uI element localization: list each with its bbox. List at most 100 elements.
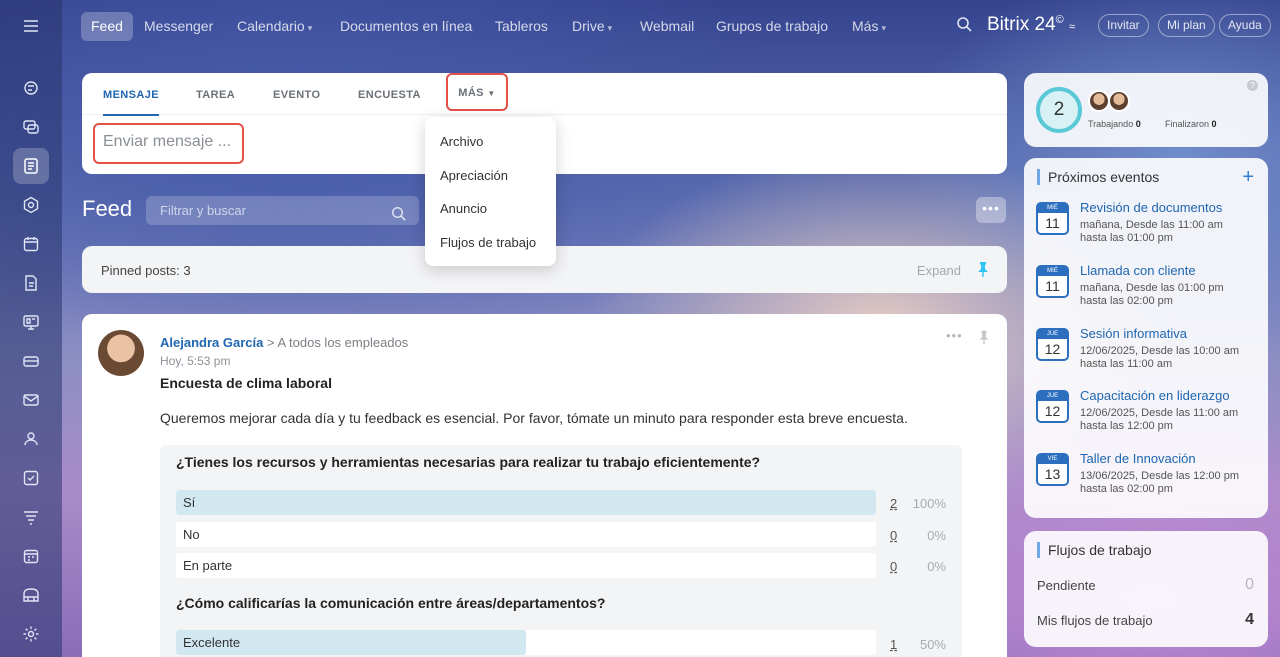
event-time: 12/06/2025, Desde las 11:00 am hasta las … [1080, 407, 1262, 433]
pending-label[interactable]: Pendiente [1037, 578, 1096, 593]
pending-count[interactable]: 0 [1245, 576, 1254, 594]
settings-icon[interactable] [13, 616, 49, 652]
expand-link[interactable]: Expand [917, 263, 961, 278]
nav-grupos[interactable]: Grupos de trabajo [716, 12, 828, 41]
brand-logo[interactable]: Bitrix 24© ≈ [987, 14, 1075, 36]
nav-label: Drive [572, 18, 605, 34]
avatar[interactable] [1088, 90, 1110, 112]
my-plan-button[interactable]: Mi plan [1158, 14, 1215, 37]
tasks-icon[interactable] [13, 460, 49, 496]
funnel-icon[interactable] [13, 499, 49, 535]
calendar-icon[interactable] [13, 226, 49, 262]
event-time-end: hasta las 02:00 pm [1080, 483, 1173, 495]
boards-icon[interactable] [13, 304, 49, 340]
author-link[interactable]: Alejandra García [160, 335, 263, 350]
nav-label: Feed [91, 18, 123, 34]
tab-encuesta[interactable]: ENCUESTA [358, 73, 421, 115]
menu-icon[interactable] [13, 8, 49, 44]
employees-icon[interactable] [13, 421, 49, 457]
drive-icon[interactable] [13, 343, 49, 379]
mail-icon[interactable] [13, 382, 49, 418]
event-time-start: 12/06/2025, Desde las 10:00 am [1080, 345, 1240, 357]
nav-label: Grupos de trabajo [716, 18, 829, 34]
poll-option[interactable]: No [176, 522, 876, 547]
working-label: Trabajando 0 [1088, 119, 1141, 129]
event-title[interactable]: Taller de Innovación [1080, 451, 1196, 466]
collaboration-icon[interactable] [13, 70, 49, 106]
event-day: 11 [1045, 215, 1060, 231]
crm-icon[interactable] [13, 187, 49, 223]
menu-item-anuncio[interactable]: Anuncio [425, 192, 556, 226]
chevron-right-icon: > [266, 335, 275, 350]
pin-icon[interactable] [977, 261, 989, 280]
post-more-icon[interactable]: ••• [946, 328, 963, 343]
help-icon[interactable]: ? [1247, 80, 1258, 91]
nav-feed[interactable]: Feed [81, 12, 133, 41]
tab-tarea[interactable]: TAREA [196, 73, 235, 115]
nav-mas[interactable]: Más ▾ [852, 12, 886, 41]
poll-vote-count[interactable]: 2 [890, 496, 897, 511]
event-time-start: mañana, Desde las 11:00 am [1080, 219, 1223, 231]
tab-mas-label: MÁS [458, 87, 484, 99]
poll-vote-count[interactable]: 1 [890, 637, 897, 652]
poll-option[interactable]: Excelente [176, 630, 876, 655]
brand-text: Bitrix 24 [987, 14, 1056, 35]
feed-search-input[interactable]: Filtrar y buscar [146, 196, 419, 225]
my-workflows-label[interactable]: Mis flujos de trabajo [1037, 613, 1153, 628]
menu-item-archivo[interactable]: Archivo [425, 125, 556, 159]
tab-evento[interactable]: EVENTO [273, 73, 320, 115]
avatar[interactable] [1108, 90, 1130, 112]
nav-drive[interactable]: Drive ▾ [572, 12, 612, 41]
event-title[interactable]: Sesión informativa [1080, 326, 1187, 341]
help-button[interactable]: Ayuda [1219, 14, 1271, 37]
store-icon[interactable] [13, 577, 49, 613]
schedule-icon[interactable] [13, 538, 49, 574]
poll-percent: 100% [912, 496, 946, 511]
feed-icon[interactable] [13, 148, 49, 184]
tab-mas[interactable]: MÁS ▼ [446, 73, 508, 111]
pinned-label: Pinned posts: 3 [101, 263, 191, 278]
avatar[interactable] [98, 330, 144, 376]
poll-vote-count[interactable]: 0 [890, 559, 897, 574]
tab-mensaje[interactable]: MENSAJE [103, 73, 159, 116]
event-time: 12/06/2025, Desde las 10:00 am hasta las … [1080, 345, 1262, 371]
nav-documentos[interactable]: Documentos en línea [340, 12, 472, 41]
document-icon[interactable] [13, 265, 49, 301]
event-title[interactable]: Revisión de documentos [1080, 200, 1222, 215]
nav-messenger[interactable]: Messenger [144, 12, 213, 41]
search-icon[interactable] [956, 16, 973, 36]
message-input[interactable]: Enviar mensaje ... [93, 123, 244, 164]
event-time-end: hasta las 12:00 pm [1080, 420, 1173, 432]
event-time-start: mañana, Desde las 01:00 pm [1080, 282, 1224, 294]
poll-vote-count[interactable]: 0 [890, 528, 897, 543]
invite-button[interactable]: Invitar [1098, 14, 1149, 37]
feed-post: Alejandra García > A todos los empleados… [82, 314, 1007, 657]
post-time[interactable]: Hoy, 5:53 pm [160, 354, 230, 368]
nav-calendario[interactable]: Calendario ▾ [237, 12, 312, 41]
poll-option-label: En parte [183, 558, 233, 573]
poll-option[interactable]: Sí [176, 490, 876, 515]
workflows-widget: Flujos de trabajo Pendiente 0 Mis flujos… [1024, 531, 1268, 647]
calendar-date-icon: MIÉ 11 [1036, 202, 1069, 235]
upcoming-events-widget: Próximos eventos + MIÉ 11 Revisión de doc… [1024, 158, 1268, 518]
search-icon[interactable] [391, 203, 407, 232]
nav-tableros[interactable]: Tableros [495, 12, 548, 41]
page-title: Feed [82, 196, 133, 221]
widget-title: Próximos eventos [1037, 169, 1159, 185]
event-title[interactable]: Capacitación en liderazgo [1080, 388, 1230, 403]
event-title[interactable]: Llamada con cliente [1080, 263, 1196, 278]
destination-label[interactable]: A todos los empleados [277, 335, 408, 350]
nav-webmail[interactable]: Webmail [640, 12, 694, 41]
nav-label: Documentos en línea [340, 18, 473, 34]
worktime-counter[interactable]: 2 [1036, 87, 1082, 133]
poll-option[interactable]: En parte [176, 553, 876, 578]
calendar-date-icon: JUE 12 [1036, 328, 1069, 361]
menu-item-apreciacion[interactable]: Apreciación [425, 159, 556, 193]
event-day: 11 [1045, 278, 1060, 294]
chat-icon[interactable] [13, 109, 49, 145]
pin-icon[interactable] [978, 330, 990, 347]
menu-item-flujos[interactable]: Flujos de trabajo [425, 226, 556, 260]
add-event-button[interactable]: + [1242, 166, 1254, 189]
feed-more-button[interactable]: ••• [976, 197, 1006, 223]
my-workflows-count[interactable]: 4 [1245, 611, 1254, 629]
